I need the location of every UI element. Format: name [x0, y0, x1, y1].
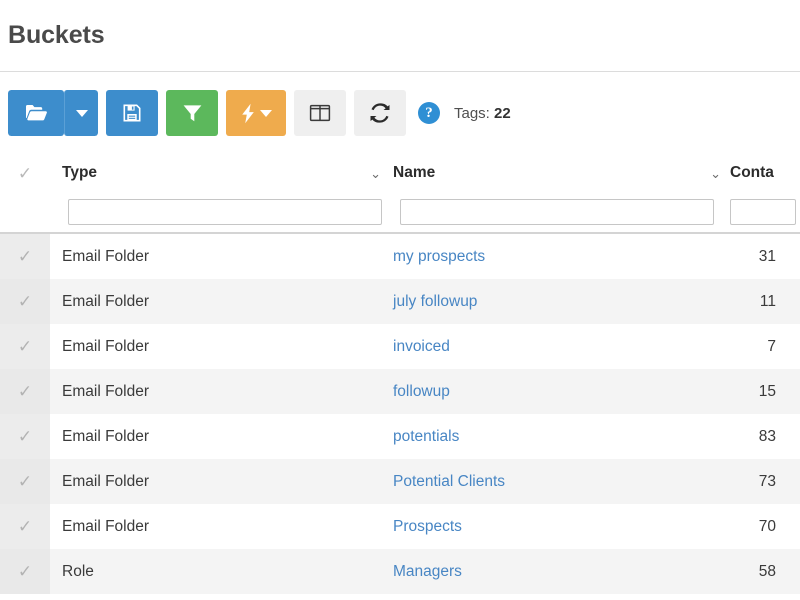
check-mark-icon: ✓: [17, 247, 33, 266]
tags-counter-value: 22: [494, 104, 511, 122]
funnel-filter-icon: [182, 103, 203, 123]
bucket-name-link[interactable]: followup: [393, 383, 450, 400]
buckets-table: ✓ Type ⌄ Name ⌄ Conta ✓ Email Folder my …: [0, 154, 800, 594]
cell-name: Potential Clients: [390, 473, 730, 491]
filter-button[interactable]: [166, 90, 218, 136]
caret-down-icon: [75, 109, 88, 117]
cell-name: followup: [390, 383, 730, 401]
page-title: Buckets: [8, 21, 105, 49]
filter-row-spacer: [0, 192, 50, 232]
cell-type: Email Folder: [62, 427, 149, 445]
cell-type: Email Folder: [62, 337, 149, 355]
check-mark-icon: ✓: [17, 427, 33, 446]
row-checkbox[interactable]: ✓: [0, 324, 50, 369]
filter-cell-type: [50, 199, 390, 225]
select-all-checkbox[interactable]: ✓: [0, 154, 50, 192]
cell-contacts: 11: [759, 292, 776, 310]
chevron-down-icon[interactable]: ⌄: [370, 167, 381, 180]
check-all-icon: ✓: [17, 163, 33, 183]
table-row[interactable]: ✓ Role Managers 58: [0, 549, 800, 594]
actions-button[interactable]: [226, 90, 286, 136]
cell-name: july followup: [390, 293, 730, 311]
cell-contacts: 58: [758, 562, 776, 580]
refresh-sync-icon: [369, 103, 391, 123]
bucket-name-link[interactable]: invoiced: [393, 338, 450, 355]
filter-input-name[interactable]: [400, 199, 714, 225]
row-checkbox[interactable]: ✓: [0, 459, 50, 504]
cell-name: Managers: [390, 563, 730, 581]
chevron-down-icon[interactable]: ⌄: [710, 167, 721, 180]
toolbar: ? Tags: 22: [0, 72, 800, 154]
cell-type: Email Folder: [62, 382, 149, 400]
cell-type: Email Folder: [62, 292, 149, 310]
row-checkbox[interactable]: ✓: [0, 234, 50, 279]
bucket-name-link[interactable]: my prospects: [393, 248, 485, 265]
table-filter-row: [0, 192, 800, 234]
bucket-name-link[interactable]: Potential Clients: [393, 473, 505, 490]
filter-input-type[interactable]: [68, 199, 382, 225]
column-header-type-label: Type: [62, 164, 98, 181]
table-row[interactable]: ✓ Email Folder my prospects 31: [0, 234, 800, 279]
table-row[interactable]: ✓ Email Folder july followup 11: [0, 279, 800, 324]
check-mark-icon: ✓: [17, 292, 33, 311]
cell-type: Email Folder: [62, 247, 149, 265]
open-bucket-button[interactable]: [8, 90, 64, 136]
columns-layout-button[interactable]: [294, 90, 346, 136]
table-row[interactable]: ✓ Email Folder potentials 83: [0, 414, 800, 459]
cell-name: my prospects: [390, 248, 730, 266]
folder-open-icon: [25, 104, 47, 122]
check-mark-icon: ✓: [17, 562, 33, 581]
check-mark-icon: ✓: [17, 337, 33, 356]
columns-layout-icon: [309, 104, 331, 122]
column-header-type[interactable]: Type ⌄: [50, 154, 390, 192]
cell-type: Email Folder: [62, 517, 149, 535]
column-header-contacts[interactable]: Conta: [730, 164, 800, 182]
column-header-name-label: Name: [393, 164, 436, 181]
cell-type: Email Folder: [62, 472, 149, 490]
filter-input-contacts[interactable]: [730, 199, 796, 225]
cell-contacts: 15: [758, 382, 776, 400]
filter-cell-contacts: [730, 199, 800, 225]
lightning-bolt-icon: [241, 103, 255, 124]
cell-name: potentials: [390, 428, 730, 446]
tags-counter-label: Tags:: [454, 104, 490, 122]
filter-cell-name: [390, 199, 730, 225]
cell-name: invoiced: [390, 338, 730, 356]
open-bucket-button-group: [8, 90, 98, 136]
cell-contacts: 73: [758, 472, 776, 490]
table-row[interactable]: ✓ Email Folder Prospects 70: [0, 504, 800, 549]
page-header: Buckets: [0, 0, 800, 72]
row-checkbox[interactable]: ✓: [0, 549, 50, 594]
table-row[interactable]: ✓ Email Folder invoiced 7: [0, 324, 800, 369]
table-row[interactable]: ✓ Email Folder Potential Clients 73: [0, 459, 800, 504]
help-button[interactable]: ?: [418, 102, 440, 124]
check-mark-icon: ✓: [17, 517, 33, 536]
cell-contacts: 7: [767, 337, 776, 355]
bucket-name-link[interactable]: Managers: [393, 563, 462, 580]
floppy-disk-save-icon: [122, 103, 142, 123]
cell-name: Prospects: [390, 518, 730, 536]
cell-type: Role: [62, 562, 94, 580]
tags-counter: Tags: 22: [454, 105, 511, 122]
column-header-contacts-label: Conta: [730, 164, 774, 181]
check-mark-icon: ✓: [17, 472, 33, 491]
table-row[interactable]: ✓ Email Folder followup 15: [0, 369, 800, 414]
bucket-name-link[interactable]: july followup: [393, 293, 477, 310]
check-mark-icon: ✓: [17, 382, 33, 401]
save-button[interactable]: [106, 90, 158, 136]
cell-contacts: 70: [758, 517, 776, 535]
refresh-button[interactable]: [354, 90, 406, 136]
row-checkbox[interactable]: ✓: [0, 504, 50, 549]
caret-down-icon: [259, 109, 272, 117]
cell-contacts: 31: [758, 247, 776, 265]
column-header-name[interactable]: Name ⌄: [390, 154, 730, 192]
open-bucket-dropdown-button[interactable]: [64, 90, 98, 136]
row-checkbox[interactable]: ✓: [0, 369, 50, 414]
cell-contacts: 83: [758, 427, 776, 445]
row-checkbox[interactable]: ✓: [0, 414, 50, 459]
bucket-name-link[interactable]: potentials: [393, 428, 459, 445]
table-header-row: ✓ Type ⌄ Name ⌄ Conta: [0, 154, 800, 192]
bucket-name-link[interactable]: Prospects: [393, 518, 462, 535]
row-checkbox[interactable]: ✓: [0, 279, 50, 324]
